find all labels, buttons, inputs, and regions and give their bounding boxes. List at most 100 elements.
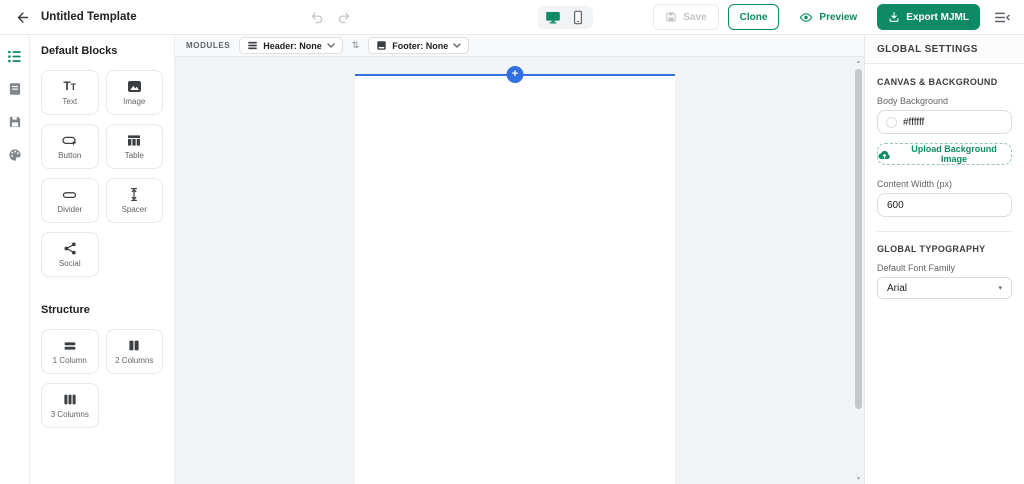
block-label: Spacer — [121, 205, 147, 214]
footer-module-dropdown[interactable]: Footer: None — [368, 37, 470, 54]
structure-card-1-column[interactable]: 1 Column — [41, 329, 99, 374]
mobile-view-button[interactable] — [570, 10, 586, 26]
blocks-list-icon — [8, 50, 21, 62]
add-block-button[interactable]: + — [506, 66, 524, 83]
content-width-input[interactable] — [877, 193, 1012, 217]
top-toolbar: Untitled Template Save Clone Preview Exp… — [0, 0, 1024, 35]
header-module-icon — [248, 41, 257, 50]
block-label: 2 Columns — [115, 356, 154, 365]
default-blocks-grid: TT Text Image Button Table Divider Space… — [41, 70, 163, 277]
scroll-up-arrow[interactable]: ▲ — [856, 57, 861, 67]
scroll-down-arrow[interactable]: ▼ — [856, 474, 861, 484]
mobile-icon — [573, 10, 583, 25]
clone-button[interactable]: Clone — [727, 4, 780, 30]
default-blocks-heading: Default Blocks — [41, 45, 118, 57]
block-card-divider[interactable]: Divider — [41, 178, 99, 223]
upload-background-button[interactable]: Upload Background Image — [877, 143, 1012, 165]
palette-icon — [8, 149, 21, 161]
block-label: Button — [58, 151, 82, 160]
block-label: Social — [58, 259, 81, 268]
block-label: Table — [124, 151, 144, 160]
footer-module-value: Footer: None — [392, 40, 449, 51]
block-card-table[interactable]: Table — [105, 124, 163, 169]
preview-button[interactable]: Preview — [788, 4, 869, 30]
content-width-label: Content Width (px) — [877, 179, 953, 189]
rail-templates-button[interactable] — [7, 81, 23, 97]
document-icon — [9, 83, 20, 95]
desktop-view-button[interactable] — [545, 10, 561, 26]
save-button-label: Save — [683, 11, 707, 23]
structure-card-2-columns[interactable]: 2 Columns — [105, 329, 163, 374]
divider-block-icon — [62, 187, 77, 202]
mjml-template-editor: Untitled Template Save Clone Preview Exp… — [0, 0, 1024, 484]
canvas-scrollbar: ▲ ▼ — [853, 57, 864, 484]
typography-heading: GLOBAL TYPOGRAPHY — [877, 244, 986, 254]
color-swatch[interactable] — [886, 116, 897, 128]
email-canvas[interactable]: + — [355, 66, 675, 484]
text-block-icon: TT — [63, 79, 77, 93]
export-mjml-button-label: Export MJML — [906, 11, 969, 23]
rail-blocks-button[interactable] — [7, 48, 23, 64]
download-icon — [889, 12, 899, 22]
undo-button[interactable] — [307, 9, 325, 27]
swap-modules-button[interactable]: ⇅ — [352, 41, 360, 50]
scrollbar-thumb[interactable] — [855, 69, 862, 409]
redo-button[interactable] — [335, 9, 353, 27]
block-card-spacer[interactable]: Spacer — [105, 178, 163, 223]
canvas-column: MODULES Header: None ⇅ Footer: None + ▲ … — [175, 35, 864, 484]
rail-save-button[interactable] — [7, 114, 23, 130]
body-background-label: Body Background — [877, 96, 949, 106]
canvas-area: + ▲ ▼ — [175, 57, 864, 484]
block-label: 1 Column — [52, 356, 87, 365]
block-card-image[interactable]: Image — [105, 70, 163, 115]
save-button[interactable]: Save — [653, 4, 719, 30]
left-icon-rail — [0, 35, 30, 484]
scrollbar-track[interactable] — [853, 67, 864, 474]
font-family-label: Default Font Family — [877, 263, 956, 273]
font-family-value: Arial — [887, 282, 908, 294]
font-family-select[interactable]: Arial ▾ — [877, 277, 1012, 299]
global-settings-panel: GLOBAL SETTINGS CANVAS & BACKGROUND Body… — [864, 35, 1024, 484]
table-block-icon — [127, 133, 141, 148]
header-module-dropdown[interactable]: Header: None — [239, 37, 343, 54]
header-module-value: Header: None — [263, 40, 322, 51]
modules-label: MODULES — [186, 41, 231, 50]
structure-card-3-columns[interactable]: 3 Columns — [41, 383, 99, 428]
chevron-down-icon: ▾ — [998, 285, 1002, 292]
social-share-icon — [63, 241, 77, 256]
body-background-input[interactable] — [903, 116, 1003, 128]
device-preview-toggle — [538, 6, 593, 29]
rail-theme-button[interactable] — [7, 147, 23, 163]
redo-icon — [338, 12, 349, 24]
desktop-icon — [546, 12, 560, 24]
spacer-block-icon — [127, 187, 141, 202]
chevron-down-icon — [327, 43, 335, 48]
global-settings-title: GLOBAL SETTINGS — [865, 35, 1024, 64]
block-card-button[interactable]: Button — [41, 124, 99, 169]
save-icon — [666, 12, 676, 22]
back-button[interactable] — [12, 7, 32, 27]
toolbar-actions: Save Clone Preview Export MJML — [653, 4, 1012, 30]
block-label: Image — [123, 97, 146, 106]
floppy-disk-icon — [9, 116, 20, 128]
global-settings-body: CANVAS & BACKGROUND Body Background Uplo… — [865, 64, 1024, 311]
block-card-social[interactable]: Social — [41, 232, 99, 277]
template-title: Untitled Template — [41, 11, 137, 23]
two-columns-icon — [127, 338, 141, 353]
block-label: Divider — [57, 205, 83, 214]
clone-button-label: Clone — [739, 11, 768, 23]
canvas-background-heading: CANVAS & BACKGROUND — [877, 77, 998, 87]
block-label: 3 Columns — [50, 410, 89, 419]
export-mjml-button[interactable]: Export MJML — [877, 4, 980, 30]
collapse-panel-button[interactable] — [992, 7, 1012, 27]
undo-icon — [311, 12, 322, 24]
section-divider — [877, 231, 1012, 232]
preview-button-label: Preview — [819, 11, 858, 23]
block-card-text[interactable]: TT Text — [41, 70, 99, 115]
modules-bar: MODULES Header: None ⇅ Footer: None — [175, 35, 864, 57]
cloud-upload-icon — [878, 150, 890, 159]
structure-heading: Structure — [41, 304, 90, 316]
three-columns-icon — [63, 392, 77, 407]
blocks-sidebar: Default Blocks TT Text Image Button Tabl… — [30, 35, 175, 484]
main-area: Default Blocks TT Text Image Button Tabl… — [0, 35, 1024, 484]
